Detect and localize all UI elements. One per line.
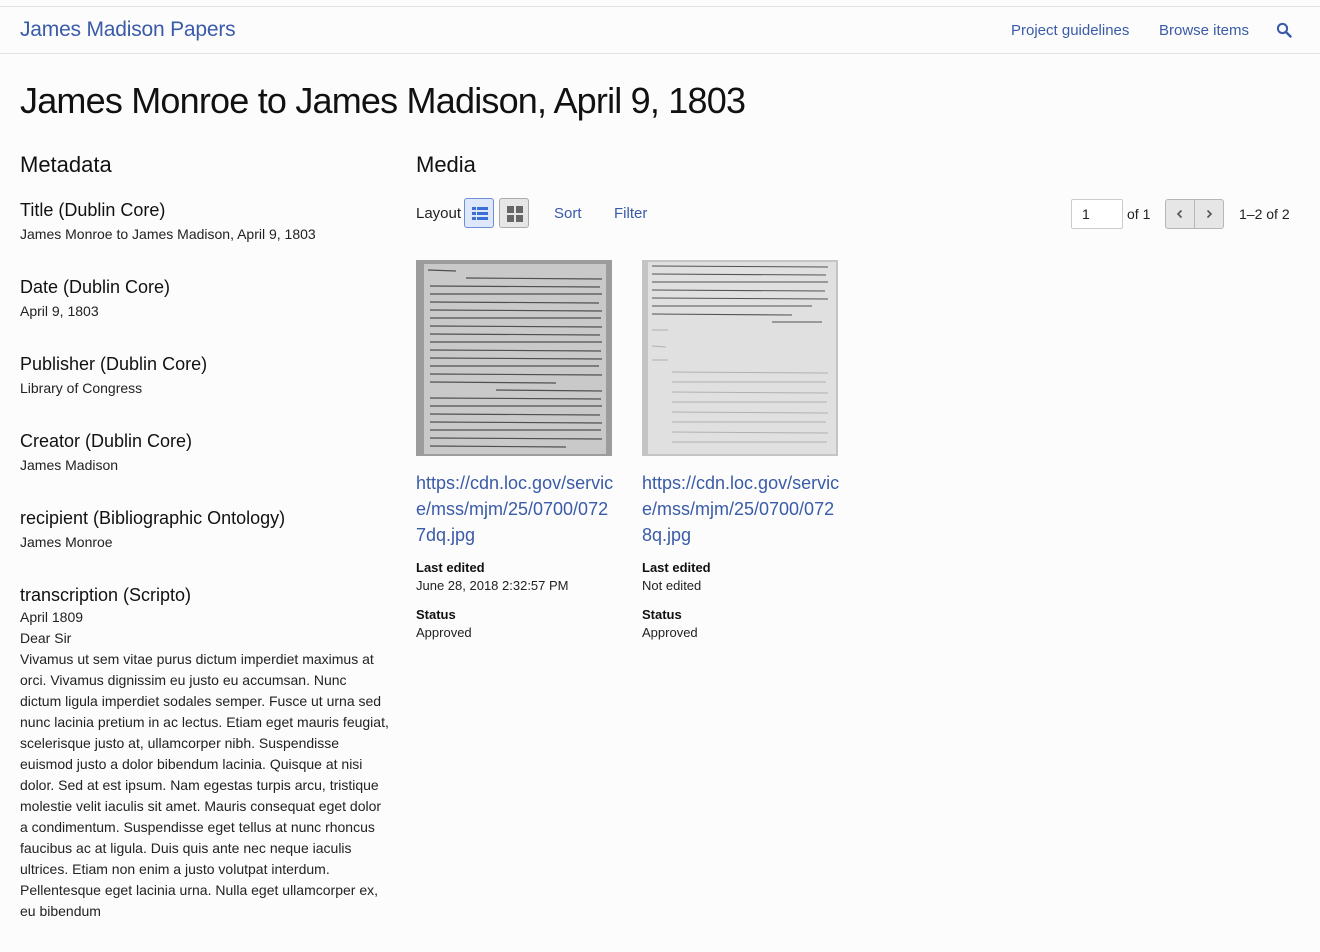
page-number-input[interactable] <box>1071 199 1123 229</box>
metadata-field-title: Title (Dublin Core) James Monroe to Jame… <box>20 198 390 245</box>
list-layout-icon <box>472 207 488 220</box>
last-edited-value: Not edited <box>642 578 702 593</box>
transcription-text: April 1809 Dear Sir Vivamus ut sem vitae… <box>20 607 390 922</box>
metadata-list: Title (Dublin Core) James Monroe to Jame… <box>20 198 390 952</box>
media-card: https://cdn.loc.gov/service/mss/mjm/25/0… <box>416 260 616 640</box>
metadata-value: Library of Congress <box>20 380 143 396</box>
sort-link[interactable]: Sort <box>554 205 582 222</box>
manuscript-page-image <box>642 260 838 456</box>
status-label: Status <box>642 607 682 622</box>
nav-project-guidelines[interactable]: Project guidelines <box>1011 22 1129 39</box>
media-link[interactable]: https://cdn.loc.gov/service/mss/mjm/25/0… <box>416 470 616 548</box>
media-heading: Media <box>416 152 476 177</box>
metadata-label: transcription (Scripto) <box>20 585 192 605</box>
transcription-line: Vivamus ut sem vitae purus dictum imperd… <box>20 651 389 919</box>
metadata-field-creator: Creator (Dublin Core) James Madison <box>20 429 390 476</box>
metadata-field-publisher: Publisher (Dublin Core) Library of Congr… <box>20 352 390 399</box>
nav-browse-items[interactable]: Browse items <box>1159 22 1249 39</box>
previous-page-button[interactable] <box>1165 199 1195 229</box>
filter-link[interactable]: Filter <box>614 205 647 222</box>
grid-layout-icon <box>507 206 523 222</box>
metadata-label: recipient (Bibliographic Ontology) <box>20 508 286 528</box>
metadata-field-date: Date (Dublin Core) April 9, 1803 <box>20 275 390 322</box>
metadata-heading: Metadata <box>20 152 112 177</box>
metadata-label: Publisher (Dublin Core) <box>20 354 208 374</box>
metadata-value: James Monroe <box>20 534 113 550</box>
manuscript-page-image <box>416 260 612 456</box>
status-label: Status <box>416 607 456 622</box>
status-value: Approved <box>642 625 698 640</box>
page-count-label: of 1 <box>1127 206 1151 222</box>
metadata-field-recipient: recipient (Bibliographic Ontology) James… <box>20 506 390 553</box>
site-brand-link[interactable]: James Madison Papers <box>20 18 236 42</box>
page-title: James Monroe to James Madison, April 9, … <box>20 80 746 121</box>
metadata-label: Date (Dublin Core) <box>20 277 171 297</box>
metadata-label: Creator (Dublin Core) <box>20 431 193 451</box>
search-icon[interactable] <box>1276 22 1292 38</box>
manuscript-thumbnail[interactable] <box>416 260 612 456</box>
next-page-button[interactable] <box>1194 199 1224 229</box>
last-edited-label: Last edited <box>642 560 711 575</box>
results-range-label: 1–2 of 2 <box>1239 206 1290 222</box>
list-layout-button[interactable] <box>464 198 494 228</box>
chevron-left-icon <box>1176 209 1183 219</box>
transcription-line: April 1809 <box>20 609 84 625</box>
top-navbar: James Madison Papers Project guidelines … <box>0 6 1320 54</box>
manuscript-thumbnail[interactable] <box>642 260 838 456</box>
status-value: Approved <box>416 625 472 640</box>
metadata-value: James Monroe to James Madison, April 9, … <box>20 226 316 242</box>
transcription-line: Dear Sir <box>20 630 72 646</box>
grid-layout-button[interactable] <box>499 198 529 228</box>
layout-label: Layout <box>416 205 462 222</box>
chevron-right-icon <box>1206 209 1213 219</box>
metadata-value: April 9, 1803 <box>20 303 99 319</box>
last-edited-value: June 28, 2018 2:32:57 PM <box>416 578 569 593</box>
media-link[interactable]: https://cdn.loc.gov/service/mss/mjm/25/0… <box>642 470 842 548</box>
media-card: https://cdn.loc.gov/service/mss/mjm/25/0… <box>642 260 842 640</box>
metadata-value: James Madison <box>20 457 119 473</box>
metadata-field-transcription: transcription (Scripto) April 1809 Dear … <box>20 583 390 922</box>
last-edited-label: Last edited <box>416 560 485 575</box>
metadata-label: Title (Dublin Core) <box>20 200 166 220</box>
